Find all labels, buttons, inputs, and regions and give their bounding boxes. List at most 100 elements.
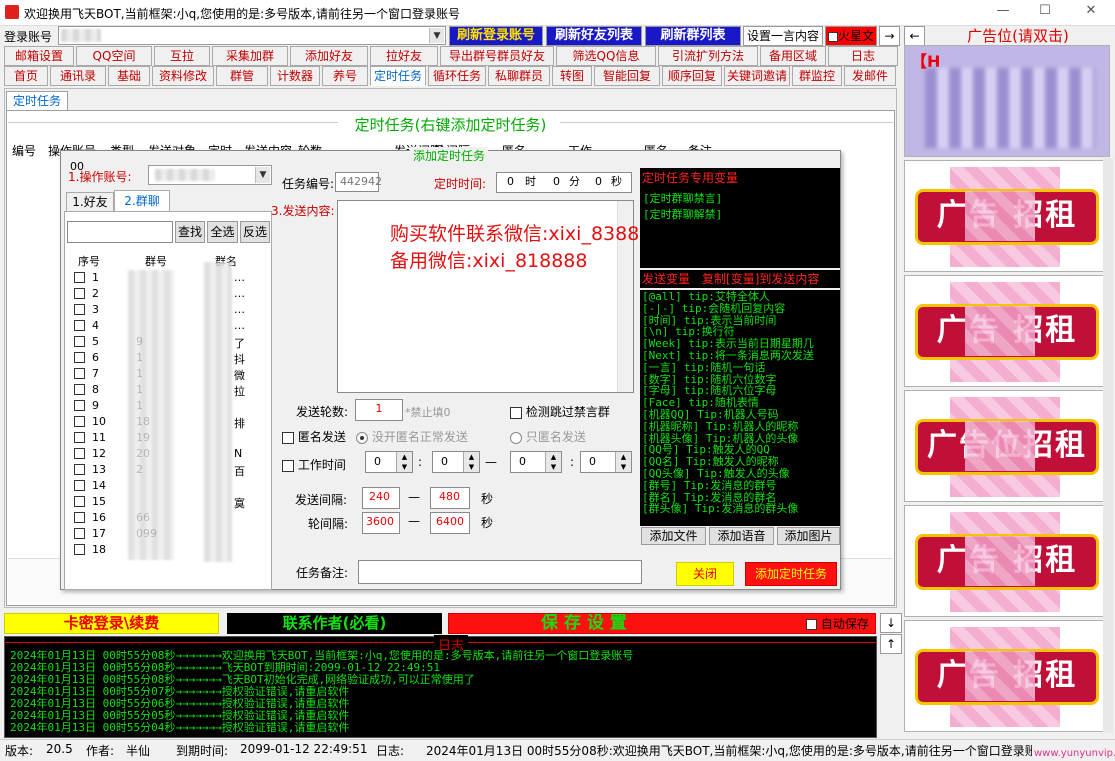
round-max-input[interactable]: 6400: [430, 512, 470, 534]
tab-1[interactable]: 首页: [4, 66, 48, 86]
spin-arrows-icon[interactable]: ▲ ▼: [615, 452, 631, 472]
work-end-minute[interactable]: 0 ▲ ▼: [580, 451, 632, 473]
special-var-item[interactable]: [定时群聊禁言]: [643, 190, 837, 206]
anon-normal-option[interactable]: 没开匿名正常发送: [356, 428, 468, 445]
account-select[interactable]: ▼: [148, 165, 272, 185]
refresh-friends-button[interactable]: 刷新好友列表: [546, 26, 642, 46]
menu-item-4[interactable]: 采集加群: [212, 46, 288, 66]
subtab-timed-task[interactable]: 定时任务: [6, 91, 68, 111]
select-all-button[interactable]: 全选: [207, 221, 238, 243]
add-image-button[interactable]: 添加图片: [777, 527, 840, 545]
menu-item-7[interactable]: 导出群号群员好友: [440, 46, 554, 66]
rounds-input[interactable]: 1: [355, 399, 403, 421]
tab-groups[interactable]: 2.群聊: [114, 190, 170, 212]
tab-8[interactable]: 定时任务: [370, 66, 426, 86]
spin-arrows-icon[interactable]: ▲ ▼: [545, 452, 561, 472]
tab-11[interactable]: 转图: [552, 66, 592, 86]
remark-input[interactable]: [358, 560, 642, 584]
var-item[interactable]: [-|-] tip:会随机回复内容: [642, 302, 838, 315]
tab-3[interactable]: 基础: [108, 66, 150, 86]
tab-5[interactable]: 群管: [216, 66, 268, 86]
fire-star-checkbox[interactable]: [828, 31, 838, 42]
tab-14[interactable]: 关键词邀请: [724, 66, 790, 86]
spin-arrows-icon[interactable]: ▲ ▼: [396, 452, 412, 472]
card-login-button[interactable]: 卡密登录\续费: [4, 613, 219, 634]
refresh-login-button[interactable]: 刷新登录账号: [449, 26, 543, 46]
tab-friends[interactable]: 1.好友: [66, 192, 114, 212]
work-time-option[interactable]: 工作时间: [282, 456, 346, 473]
row-checkbox[interactable]: [74, 303, 85, 315]
ad-slot[interactable]: 广告 招租: [904, 620, 1110, 732]
close-dialog-button[interactable]: 关闭: [676, 562, 734, 586]
ad-scrollbar[interactable]: [1103, 158, 1113, 733]
row-checkbox[interactable]: [74, 287, 85, 299]
ad-slot[interactable]: 广告 招租: [904, 275, 1110, 387]
menu-item-1[interactable]: 邮箱设置: [4, 46, 74, 66]
interval-max-input[interactable]: 480: [430, 487, 470, 509]
ad-slot[interactable]: 广告 招租: [904, 505, 1110, 617]
row-checkbox[interactable]: [74, 399, 85, 411]
add-task-button[interactable]: 添加定时任务: [745, 562, 837, 586]
set-one-word-button[interactable]: 设置一言内容: [743, 26, 823, 46]
arrow-left-button[interactable]: ←: [904, 26, 925, 46]
row-checkbox[interactable]: [74, 463, 85, 475]
ad-title[interactable]: 广告位(请双击): [928, 25, 1108, 45]
find-button[interactable]: 查找: [175, 221, 205, 243]
auto-save-option[interactable]: 自动保存: [806, 615, 869, 632]
menu-item-6[interactable]: 拉好友: [370, 46, 438, 66]
tab-9[interactable]: 循环任务: [428, 66, 486, 86]
tab-7[interactable]: 养号: [322, 66, 368, 86]
tab-16[interactable]: 发邮件: [844, 66, 896, 86]
row-checkbox[interactable]: [74, 271, 85, 283]
row-checkbox[interactable]: [74, 431, 85, 443]
ad-slot[interactable]: 广告位招租: [904, 390, 1110, 502]
work-start-hour[interactable]: 0 ▲ ▼: [365, 451, 413, 473]
row-checkbox[interactable]: [74, 383, 85, 395]
tab-10[interactable]: 私聊群员: [488, 66, 550, 86]
time-field[interactable]: 0 时 0 分 0 秒: [496, 172, 632, 193]
scroll-down-button[interactable]: ↓: [880, 613, 902, 633]
time-hour[interactable]: 0: [507, 173, 514, 191]
add-file-button[interactable]: 添加文件: [641, 527, 706, 545]
anon-only-radio[interactable]: [510, 431, 522, 444]
arrow-right-button[interactable]: →: [879, 26, 900, 46]
row-checkbox[interactable]: [74, 511, 85, 523]
login-account-select[interactable]: ▼: [58, 26, 446, 45]
var-item[interactable]: [一言] tip:随机一句话: [642, 361, 838, 374]
tab-12[interactable]: 智能回复: [594, 66, 660, 86]
minimize-icon[interactable]: —: [988, 3, 1018, 23]
anon-normal-radio[interactable]: [356, 431, 368, 444]
work-start-minute[interactable]: 0 ▲ ▼: [432, 451, 480, 473]
var-item[interactable]: [QQ头像] Tip:触发人的头像: [642, 468, 838, 480]
interval-min-input[interactable]: 240: [362, 487, 400, 509]
maximize-icon[interactable]: ☐: [1030, 3, 1060, 23]
var-item[interactable]: [机器QQ] Tip:机器人号码: [642, 409, 838, 421]
tab-15[interactable]: 群监控: [792, 66, 842, 86]
row-checkbox[interactable]: [74, 543, 85, 555]
skip-ban-option[interactable]: 检测跳过禁言群: [510, 403, 610, 420]
menu-item-2[interactable]: QQ空间: [76, 46, 152, 66]
contact-author-button[interactable]: 联系作者(必看): [227, 613, 442, 634]
skip-ban-checkbox[interactable]: [510, 406, 522, 419]
fire-star-toggle[interactable]: 火星文: [825, 26, 877, 46]
menu-item-10[interactable]: 备用区域: [760, 46, 826, 66]
anon-send-option[interactable]: 匿名发送: [282, 428, 346, 445]
invert-selection-button[interactable]: 反选: [240, 221, 270, 243]
special-vars-list[interactable]: [定时群聊禁言] [定时群聊解禁]: [640, 188, 840, 268]
special-var-item[interactable]: [定时群聊解禁]: [643, 206, 837, 222]
time-second[interactable]: 0: [595, 173, 602, 191]
var-item[interactable]: [Next] tip:将一条消息两次发送: [642, 350, 838, 362]
var-item[interactable]: [群头像] Tip:发消息的群头像: [642, 503, 838, 515]
tab-13[interactable]: 顺序回复: [662, 66, 722, 86]
tab-6[interactable]: 计数器: [270, 66, 320, 86]
work-time-checkbox[interactable]: [282, 459, 294, 472]
round-min-input[interactable]: 3600: [362, 512, 400, 534]
row-checkbox[interactable]: [74, 447, 85, 459]
refresh-groups-button[interactable]: 刷新群列表: [645, 26, 741, 46]
menu-item-3[interactable]: 互拉: [154, 46, 210, 66]
menu-item-11[interactable]: 日志: [828, 46, 898, 66]
group-search-input[interactable]: [67, 221, 173, 243]
anon-send-checkbox[interactable]: [282, 431, 294, 444]
auto-save-checkbox[interactable]: [806, 619, 817, 630]
ad-slot[interactable]: 广告 招租: [904, 160, 1110, 272]
